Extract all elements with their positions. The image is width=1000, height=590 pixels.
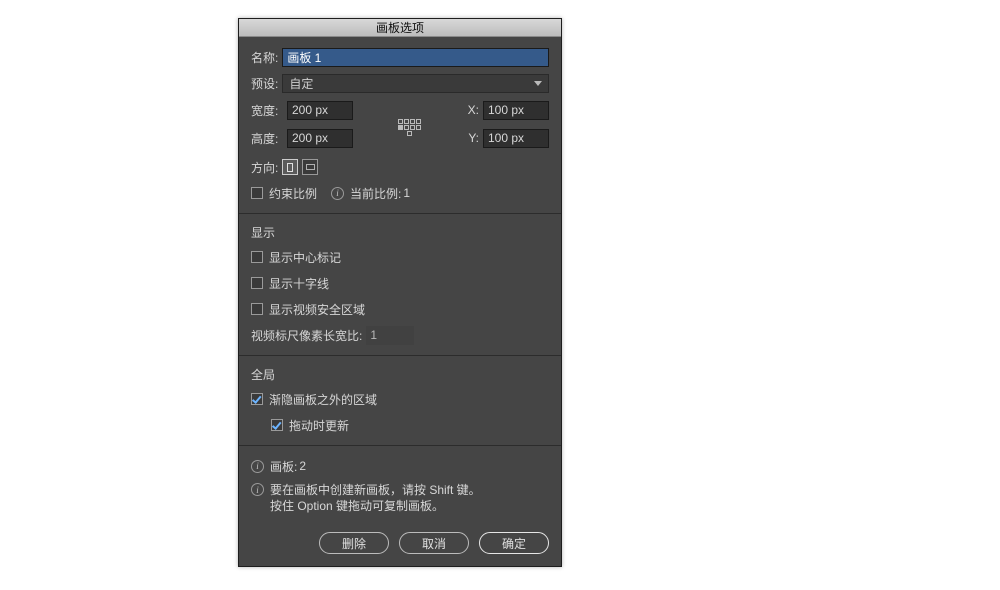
- dialog-titlebar[interactable]: 画板选项: [239, 19, 561, 37]
- show-safe-label: 显示视频安全区域: [269, 301, 365, 318]
- preset-label: 预设:: [251, 75, 278, 92]
- ratio-label: 当前比例:: [350, 185, 401, 202]
- height-label: 高度:: [251, 130, 283, 147]
- ok-button[interactable]: 确定: [479, 532, 549, 554]
- show-cross-checkbox[interactable]: [251, 277, 263, 289]
- pixel-ratio-value: [366, 326, 414, 345]
- height-row: 高度:: [251, 127, 353, 149]
- show-cross-label: 显示十字线: [269, 275, 329, 292]
- show-center-label: 显示中心标记: [269, 249, 341, 266]
- dialog-body: 名称: 预设: 自定 宽度: 高度:: [239, 37, 561, 566]
- hint-row: i 要在画板中创建新画板，请按 Shift 键。 按住 Option 键拖动可复…: [251, 482, 549, 514]
- name-input[interactable]: [282, 48, 549, 67]
- divider: [239, 213, 561, 214]
- y-row: Y:: [465, 127, 549, 149]
- orientation-label: 方向:: [251, 159, 278, 176]
- width-input[interactable]: [287, 101, 353, 120]
- delete-button[interactable]: 删除: [319, 532, 389, 554]
- show-safe-checkbox[interactable]: [251, 303, 263, 315]
- artboards-value: 2: [299, 459, 306, 473]
- button-row: 删除 取消 确定: [251, 532, 549, 554]
- preset-value: 自定: [289, 75, 313, 92]
- drag-update-row: 拖动时更新: [251, 415, 549, 435]
- x-label: X:: [465, 103, 479, 117]
- info-icon: i: [251, 483, 264, 496]
- dialog-title: 画板选项: [376, 19, 424, 36]
- show-safe-row: 显示视频安全区域: [251, 299, 549, 319]
- hint-line-1: 要在画板中创建新画板，请按 Shift 键。: [270, 482, 481, 498]
- reference-point-grid[interactable]: [397, 115, 421, 139]
- chevron-down-icon: [534, 81, 542, 86]
- info-icon: i: [331, 187, 344, 200]
- fade-label: 渐隐画板之外的区域: [269, 391, 377, 408]
- display-header: 显示: [251, 224, 545, 241]
- orientation-portrait-button[interactable]: [282, 159, 298, 175]
- preset-select[interactable]: 自定: [282, 74, 549, 93]
- artboards-label: 画板:: [270, 458, 297, 475]
- fade-row: 渐隐画板之外的区域: [251, 389, 549, 409]
- preset-row: 预设: 自定: [251, 73, 549, 93]
- cancel-button[interactable]: 取消: [399, 532, 469, 554]
- fade-checkbox[interactable]: [251, 393, 263, 405]
- global-header: 全局: [251, 366, 545, 383]
- hint-line-2: 按住 Option 键拖动可复制画板。: [270, 498, 481, 514]
- drag-update-checkbox[interactable]: [271, 419, 283, 431]
- show-cross-row: 显示十字线: [251, 273, 549, 293]
- orientation-landscape-button[interactable]: [302, 159, 318, 175]
- y-label: Y:: [465, 131, 479, 145]
- pixel-ratio-row: 视频标尺像素长宽比:: [251, 325, 549, 345]
- divider: [239, 355, 561, 356]
- artboard-options-dialog: 画板选项 名称: 预设: 自定 宽度: 高度:: [238, 18, 562, 567]
- height-input[interactable]: [287, 129, 353, 148]
- width-row: 宽度:: [251, 99, 353, 121]
- pixel-ratio-label: 视频标尺像素长宽比:: [251, 327, 362, 344]
- name-row: 名称:: [251, 47, 549, 67]
- x-row: X:: [465, 99, 549, 121]
- x-input[interactable]: [483, 101, 549, 120]
- divider: [239, 445, 561, 446]
- artboards-count-row: i 画板: 2: [251, 456, 549, 476]
- width-label: 宽度:: [251, 102, 283, 119]
- constrain-row: 约束比例 i 当前比例: 1: [251, 183, 549, 203]
- constrain-checkbox[interactable]: [251, 187, 263, 199]
- show-center-row: 显示中心标记: [251, 247, 549, 267]
- show-center-checkbox[interactable]: [251, 251, 263, 263]
- ratio-value: 1: [403, 186, 410, 200]
- y-input[interactable]: [483, 129, 549, 148]
- name-label: 名称:: [251, 49, 278, 66]
- info-icon: i: [251, 460, 264, 473]
- orientation-row: 方向:: [251, 157, 549, 177]
- drag-update-label: 拖动时更新: [289, 417, 349, 434]
- constrain-label: 约束比例: [269, 185, 317, 202]
